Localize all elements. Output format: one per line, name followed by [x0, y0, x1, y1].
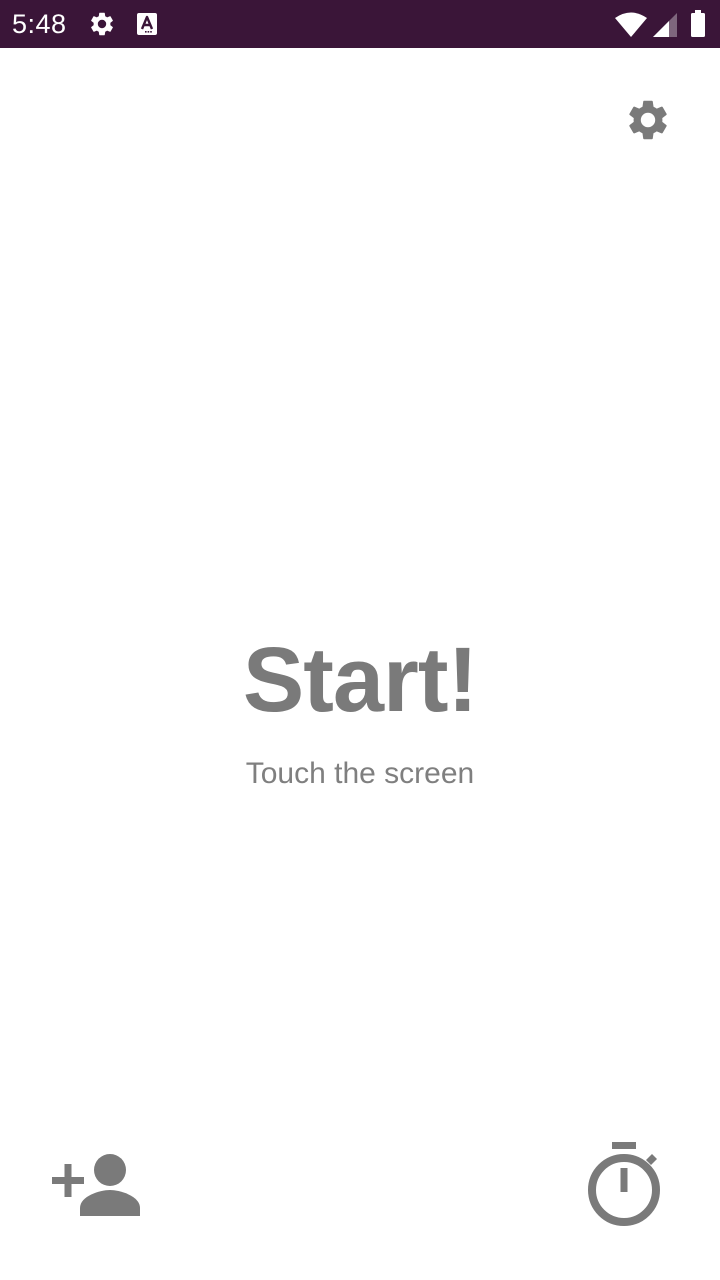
- start-prompt: Start! Touch the screen: [0, 600, 720, 794]
- settings-button[interactable]: [620, 92, 676, 148]
- cellular-signal-icon: [653, 13, 677, 37]
- accessibility-a-icon: [137, 13, 157, 35]
- person-add-icon: [52, 1154, 140, 1216]
- status-time: 5:48: [12, 9, 67, 39]
- start-title: Start!: [242, 629, 478, 731]
- status-bar: 5:48: [0, 0, 720, 48]
- add-player-button[interactable]: [44, 1140, 148, 1228]
- wifi-icon: [615, 12, 647, 37]
- stopwatch-icon: [588, 1142, 660, 1226]
- gear-icon: [91, 12, 113, 36]
- start-subtitle: Touch the screen: [245, 757, 475, 790]
- timer-button[interactable]: [576, 1132, 672, 1232]
- battery-icon: [691, 10, 705, 37]
- gear-icon: [629, 100, 667, 140]
- touch-screen-area[interactable]: 5:48 Start! Touch the screen: [0, 0, 720, 1280]
